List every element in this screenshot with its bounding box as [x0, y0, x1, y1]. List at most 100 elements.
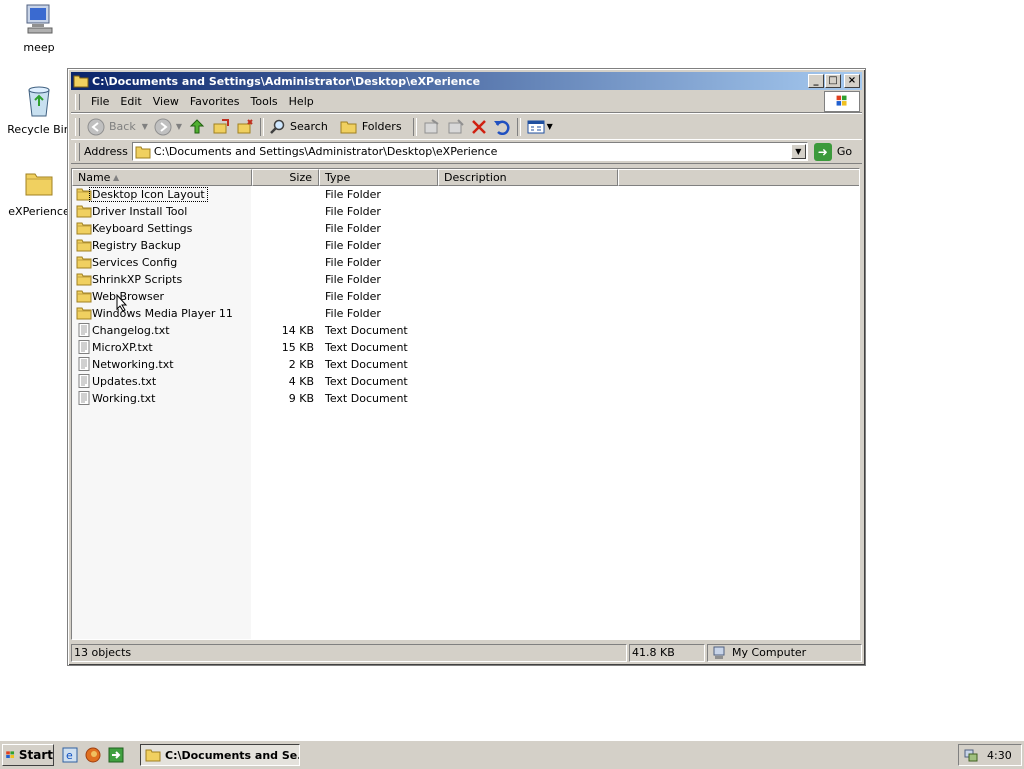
toolbar-grip[interactable] — [75, 93, 80, 110]
menu-view[interactable]: View — [148, 95, 185, 108]
menu-favorites[interactable]: Favorites — [185, 95, 246, 108]
file-type: File Folder — [325, 188, 381, 201]
menu-tools[interactable]: Tools — [246, 95, 284, 108]
toolbar-grip[interactable] — [75, 142, 80, 161]
table-row[interactable]: Windows Media Player 11 File Folder — [72, 305, 859, 322]
column-header-label: Type — [325, 171, 351, 184]
file-name: Web Browser — [92, 290, 165, 303]
text-document-icon — [78, 374, 90, 388]
taskbar-window-label: C:\Documents and Se... — [165, 748, 300, 762]
column-header-description[interactable]: Description — [438, 169, 618, 186]
table-row[interactable]: Services Config File Folder — [72, 254, 859, 271]
chevron-down-icon: ▼ — [546, 122, 553, 131]
copy-to-button[interactable] — [233, 116, 257, 138]
delete-button[interactable] — [468, 116, 490, 138]
start-button[interactable]: Start — [2, 744, 54, 766]
folder-icon — [135, 146, 151, 158]
start-label: Start — [18, 748, 53, 762]
title-bar[interactable]: C:\Documents and Settings\Administrator\… — [71, 72, 862, 90]
table-row[interactable]: Registry Backup File Folder — [72, 237, 859, 254]
maximize-button[interactable]: □ — [825, 74, 841, 88]
move-button[interactable] — [420, 116, 444, 138]
back-button[interactable]: Back ▼ — [84, 116, 151, 138]
window-title: C:\Documents and Settings\Administrator\… — [92, 74, 481, 88]
address-dropdown-button[interactable]: ▼ — [790, 144, 806, 159]
file-name: Working.txt — [92, 392, 156, 405]
close-button[interactable]: × — [844, 74, 860, 88]
up-folder-button[interactable] — [185, 116, 209, 138]
table-row[interactable]: Keyboard Settings File Folder — [72, 220, 859, 237]
file-name: Updates.txt — [92, 375, 157, 388]
copy-icon — [448, 118, 464, 133]
copy-button[interactable] — [444, 116, 468, 138]
file-type: File Folder — [325, 205, 381, 218]
file-name: ShrinkXP Scripts — [92, 273, 183, 286]
desktop-icon-meep[interactable]: meep — [4, 2, 74, 54]
folders-button[interactable]: Folders — [337, 116, 405, 138]
file-size: 9 KB — [288, 392, 314, 405]
folder-icon — [76, 222, 92, 235]
folders-label: Folders — [361, 120, 402, 133]
menu-file[interactable]: File — [86, 95, 115, 108]
address-input[interactable]: C:\Documents and Settings\Administrator\… — [131, 142, 808, 161]
status-bar: 13 objects 41.8 KB My Computer — [71, 644, 862, 662]
file-type: File Folder — [325, 273, 381, 286]
column-headers: Name ▲ Size Type Description — [72, 169, 859, 186]
go-button[interactable]: ➜ Go — [813, 142, 852, 161]
toolbar-grip[interactable] — [75, 117, 80, 136]
desktop-icon-label: Recycle Bin — [7, 123, 71, 136]
text-document-icon — [78, 340, 90, 354]
file-name: Windows Media Player 11 — [92, 307, 233, 320]
table-row[interactable]: Working.txt 9 KB Text Document — [72, 390, 859, 407]
folder-icon — [25, 173, 53, 196]
svg-text:e: e — [66, 749, 73, 762]
column-header-size[interactable]: Size — [252, 169, 319, 186]
views-button[interactable]: ▼ — [524, 116, 556, 138]
windows-flag-icon — [6, 751, 15, 759]
folder-icon — [76, 205, 92, 218]
system-tray: 4:30 — [958, 744, 1022, 766]
file-name: Changelog.txt — [92, 324, 170, 337]
forward-button[interactable]: ▼ — [151, 116, 185, 138]
toolbar-separator — [260, 117, 265, 136]
views-icon — [527, 120, 545, 133]
search-button[interactable]: Search — [267, 116, 331, 138]
table-row[interactable]: Driver Install Tool File Folder — [72, 203, 859, 220]
file-list[interactable]: Name ▲ Size Type Description Desktop Ico… — [71, 168, 860, 640]
table-row[interactable]: Networking.txt 2 KB Text Document — [72, 356, 859, 373]
firefox-icon[interactable] — [85, 747, 101, 763]
folder-icon — [73, 75, 89, 88]
network-tray-icon[interactable] — [963, 747, 979, 763]
minimize-button[interactable]: _ — [808, 74, 824, 88]
folders-icon — [340, 121, 357, 133]
search-icon — [270, 119, 285, 134]
file-type: File Folder — [325, 222, 381, 235]
delete-icon — [471, 119, 486, 134]
toolbar-separator — [412, 117, 417, 136]
column-header-filler — [618, 169, 859, 186]
desktop-icon-experience[interactable]: eXPerience — [4, 166, 74, 218]
table-row[interactable]: ShrinkXP Scripts File Folder — [72, 271, 859, 288]
undo-button[interactable] — [490, 116, 514, 138]
folder-icon — [76, 239, 92, 252]
desktop-icon-recycle-bin[interactable]: Recycle Bin — [4, 84, 74, 136]
clock[interactable]: 4:30 — [987, 749, 1012, 762]
undo-icon — [493, 120, 510, 135]
explorer-window: C:\Documents and Settings\Administrator\… — [67, 68, 866, 666]
column-header-name[interactable]: Name ▲ — [72, 169, 252, 186]
internet-explorer-icon[interactable]: e — [62, 747, 78, 763]
show-desktop-icon[interactable] — [108, 747, 124, 763]
table-row[interactable]: Changelog.txt 14 KB Text Document — [72, 322, 859, 339]
my-computer-icon — [713, 646, 725, 659]
menu-edit[interactable]: Edit — [115, 95, 147, 108]
file-name: Registry Backup — [92, 239, 181, 252]
taskbar-window-button[interactable]: C:\Documents and Se... — [140, 744, 300, 766]
table-row[interactable]: Desktop Icon Layout File Folder — [72, 186, 859, 203]
table-row[interactable]: Web Browser File Folder — [72, 288, 859, 305]
menu-help[interactable]: Help — [284, 95, 320, 108]
table-row[interactable]: MicroXP.txt 15 KB Text Document — [72, 339, 859, 356]
address-label: Address — [84, 145, 128, 158]
column-header-type[interactable]: Type — [319, 169, 438, 186]
move-to-button[interactable] — [209, 116, 233, 138]
table-row[interactable]: Updates.txt 4 KB Text Document — [72, 373, 859, 390]
